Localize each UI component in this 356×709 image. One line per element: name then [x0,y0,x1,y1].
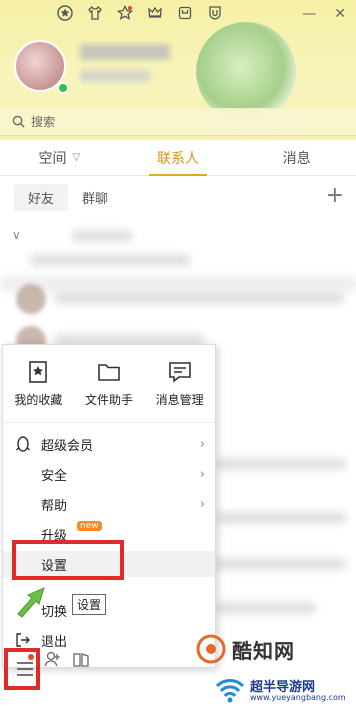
menu-file-assistant-button[interactable]: 文件助手 [76,359,142,422]
site-watermark-url: www.yueyangbang.com [250,693,346,702]
tab-space-label: 空间 [38,150,67,167]
add-contact-icon[interactable]: + [326,183,344,208]
main-menu-button[interactable] [8,648,42,688]
main-menu-popup: 我的收藏 文件助手 消息管理 超级会员 › 安全 › 帮助 › 升级 new 设… [2,344,216,668]
list-item[interactable] [72,230,132,242]
subtab-groups[interactable]: 群聊 [68,188,122,207]
contact-avatar[interactable] [16,284,46,314]
contact-subtabs: 好友 群聊 + [0,177,356,217]
tab-space[interactable]: 空间 ▽ [0,140,119,175]
tab-messages[interactable]: 消息 [237,140,356,175]
menu-item-security-label: 安全 [41,468,68,484]
user-signature-blurred [80,70,150,82]
menu-icon [17,662,33,676]
menu-message-manager-label: 消息管理 [155,393,204,407]
list-item[interactable] [216,458,346,470]
tab-contacts[interactable]: 联系人 [119,140,238,176]
chevron-right-icon: › [199,496,205,512]
add-friend-icon[interactable] [44,650,62,668]
menu-item-exit-label: 退出 [41,634,68,650]
watermark-logo-icon [196,634,226,664]
close-icon[interactable]: ✕ [334,6,346,22]
menu-favorites-label: 我的收藏 [14,393,63,407]
wifi-logo-icon [215,679,245,703]
chevron-right-icon: › [199,466,205,482]
menu-file-assistant-label: 文件助手 [84,393,133,407]
vip-star-icon[interactable] [116,4,134,22]
settings-tooltip: 设置 [72,594,107,615]
penguin-icon [16,436,30,452]
chevron-down-icon: ▽ [72,152,81,163]
search-bar[interactable]: 搜索 [0,108,356,136]
profile-header: — ✕ 搜索 [0,0,356,140]
subtab-friends[interactable]: 好友 [14,183,69,211]
menu-item-help[interactable]: 帮助 › [3,491,215,517]
minimize-icon[interactable]: — [302,6,316,22]
list-item[interactable] [0,276,356,292]
main-tabs: 空间 ▽ 联系人 消息 [0,140,356,176]
watermark-text: 酷知网 [232,638,295,663]
message-manage-icon [168,362,191,383]
list-item[interactable] [216,558,346,570]
watermark-logo: 酷知网 [196,634,295,664]
notification-dot-icon [28,654,34,660]
new-badge: new [77,521,102,531]
window-controls: — ✕ [302,6,346,22]
user-nickname-blurred [80,44,170,60]
shield-u-icon[interactable] [206,4,224,22]
search-placeholder: 搜索 [31,115,56,129]
tab-contacts-label: 联系人 [157,150,199,167]
header-decoration-image [196,22,296,122]
crown-icon[interactable] [146,4,164,22]
list-item[interactable] [216,512,346,524]
apps-icon[interactable] [72,650,90,668]
tab-messages-label: 消息 [282,150,311,167]
shirt-icon[interactable] [86,4,104,22]
menu-item-security[interactable]: 安全 › [3,461,215,487]
list-item[interactable] [54,292,344,304]
menu-item-super-vip-label: 超级会员 [41,438,94,454]
group-collapse-icon[interactable]: ∨ [12,228,21,242]
list-item[interactable] [30,254,190,266]
bookmark-icon [29,361,48,383]
menu-favorites-button[interactable]: 我的收藏 [5,359,71,422]
menu-item-help-label: 帮助 [41,498,68,514]
site-watermark: 超半导游网 www.yueyangbang.com [210,674,356,708]
search-icon [12,115,25,128]
exit-icon [16,633,30,647]
list-item[interactable] [216,602,316,614]
star-coin-icon[interactable] [56,4,74,22]
box-icon[interactable] [176,4,194,22]
menu-message-manager-button[interactable]: 消息管理 [147,359,213,422]
online-status-icon [57,82,69,94]
menu-shortcuts: 我的收藏 文件助手 消息管理 [3,345,215,423]
pointer-arrow-icon [17,587,45,618]
header-toolbar [56,4,224,22]
menu-item-super-vip[interactable]: 超级会员 › [3,431,215,457]
folder-icon [98,364,120,381]
settings-highlight-box [12,540,124,580]
chevron-right-icon: › [199,436,205,452]
